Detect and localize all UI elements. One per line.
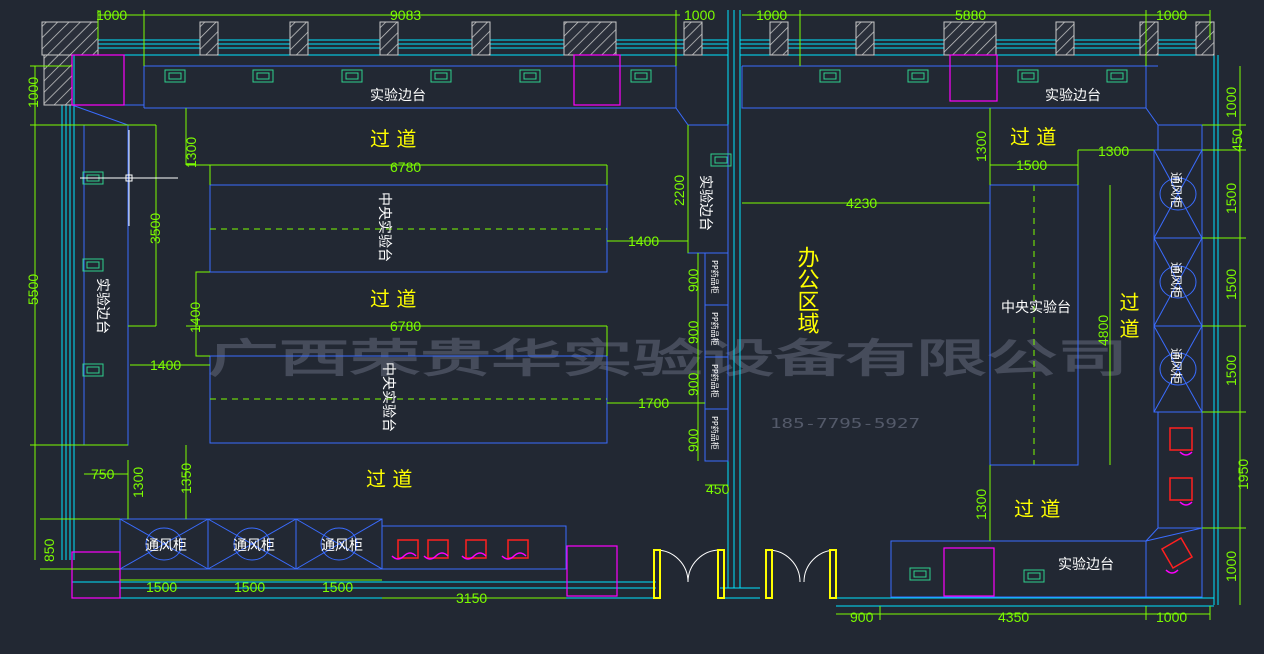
dim-bottom-1500b: 1500 xyxy=(234,579,265,595)
label-small-cabinet-4: PP药品柜 xyxy=(710,416,720,450)
dim-bottom-3150: 3150 xyxy=(456,590,487,606)
red-equipment xyxy=(397,427,1194,570)
dim-r-1300: 1300 xyxy=(973,131,989,162)
aisle-label-2: 过 道 xyxy=(370,287,416,311)
door-jambs xyxy=(653,549,837,599)
dim-r-edge-1500a: 1500 xyxy=(1223,183,1239,214)
label-top-bench-right: 实验边台 xyxy=(1045,88,1101,104)
dim-bench2-6780: 6780 xyxy=(390,318,421,334)
dim-left-1400-h: 1400 xyxy=(150,357,181,373)
dim-left-1300b: 1300 xyxy=(130,467,146,498)
label-fume-hood-1: 通风柜 xyxy=(145,538,187,554)
cad-cursor-icon xyxy=(80,130,178,226)
dim-left-1400-v: 1400 xyxy=(187,302,203,333)
dim-v900-2: 900 xyxy=(685,320,701,344)
dim-bottom-1500a: 1500 xyxy=(146,579,177,595)
dim-r-edge-1500b: 1500 xyxy=(1223,269,1239,300)
dim-r-bottom-1000: 1000 xyxy=(1156,609,1187,625)
dim-r-4230: 4230 xyxy=(846,195,877,211)
dim-r-4800: 4800 xyxy=(1095,315,1111,346)
dim-bench1-right-1400: 1400 xyxy=(628,233,659,249)
dim-top-right-1000a: 1000 xyxy=(756,7,787,23)
aisle-label-5: 过 道 xyxy=(1014,497,1060,521)
dim-r-edge-1000: 1000 xyxy=(1223,87,1239,118)
aisle-label-vertical: 过 道 xyxy=(1116,292,1140,339)
lab-floor-plan: 广西荣贵华实验设备有限公司 185-7795-5927 1000 9083 10… xyxy=(25,7,1251,625)
watermark-phone: 185-7795-5927 xyxy=(770,417,920,432)
label-bottom-right-bench: 实验边台 xyxy=(1058,557,1114,573)
label-small-cabinet-1: PP药品柜 xyxy=(710,260,720,294)
dim-top-mid-1000: 1000 xyxy=(684,7,715,23)
office-area-label: 办公区域 xyxy=(794,246,820,334)
dim-r-edge-1950: 1950 xyxy=(1235,459,1251,490)
dim-left-1300: 1300 xyxy=(183,137,199,168)
label-small-cabinet-3: PP药品柜 xyxy=(710,364,720,398)
dim-v900-4: 900 xyxy=(685,428,701,452)
dim-left-750: 750 xyxy=(91,466,115,482)
label-fume-hood-2: 通风柜 xyxy=(233,538,275,554)
dim-left-5500: 5500 xyxy=(25,274,41,305)
label-small-cabinet-2: PP药品柜 xyxy=(710,312,720,346)
magenta-equipment-marks xyxy=(391,451,1193,574)
dim-r-bottom-900: 900 xyxy=(850,609,874,625)
dim-r-1300b: 1300 xyxy=(1098,143,1129,159)
dim-top-9083: 9083 xyxy=(390,7,421,23)
dim-v900-3: 900 xyxy=(685,372,701,396)
dim-v900-1: 900 xyxy=(685,268,701,292)
dim-bench2-right-1700: 1700 xyxy=(638,395,669,411)
label-mid-side-bench: 实验边台 xyxy=(697,175,713,231)
dim-r-1500: 1500 xyxy=(1016,157,1047,173)
label-fume-hood-r3: 通风柜 xyxy=(1169,348,1183,384)
aisle-labels: 过 道 过 道 过 道 过 道 过 道 过 道 办公区域 xyxy=(366,125,1140,521)
structural-columns xyxy=(41,21,1215,106)
dim-top-5880: 5880 xyxy=(955,7,986,23)
dim-r-edge-450: 450 xyxy=(1229,128,1245,152)
dim-left-1350: 1350 xyxy=(178,463,194,494)
label-left-side-bench: 实验边台 xyxy=(94,278,110,334)
dim-side-2200: 2200 xyxy=(671,175,687,206)
dim-r-edge-1500c: 1500 xyxy=(1223,355,1239,386)
doors xyxy=(655,549,837,583)
dim-bench1-6780: 6780 xyxy=(390,159,421,175)
label-top-bench-left: 实验边台 xyxy=(370,88,426,104)
dim-left-3500: 3500 xyxy=(147,213,163,244)
dim-top-left-1000: 1000 xyxy=(96,7,127,23)
label-fume-hood-r1: 通风柜 xyxy=(1169,172,1183,208)
aisle-label-4: 过 道 xyxy=(1010,125,1056,149)
label-center-bench-2: 中央实验台 xyxy=(380,362,396,432)
aisle-label-3: 过 道 xyxy=(366,467,412,491)
dim-r-edge-1000b: 1000 xyxy=(1223,551,1239,582)
label-center-bench-1: 中央实验台 xyxy=(376,192,392,262)
dim-left-1000: 1000 xyxy=(25,77,41,108)
dim-top-right-1000b: 1000 xyxy=(1156,7,1187,23)
dim-left-850: 850 xyxy=(41,538,57,562)
dim-bottom-1500c: 1500 xyxy=(322,579,353,595)
dim-h450: 450 xyxy=(706,481,730,497)
dim-r-1300c: 1300 xyxy=(973,489,989,520)
label-fume-hood-3: 通风柜 xyxy=(321,538,363,554)
label-right-center-bench: 中央实验台 xyxy=(1001,300,1071,316)
label-fume-hood-r2: 通风柜 xyxy=(1169,262,1183,298)
dim-r-bottom-4350: 4350 xyxy=(998,609,1029,625)
aisle-label-1: 过 道 xyxy=(370,127,416,151)
